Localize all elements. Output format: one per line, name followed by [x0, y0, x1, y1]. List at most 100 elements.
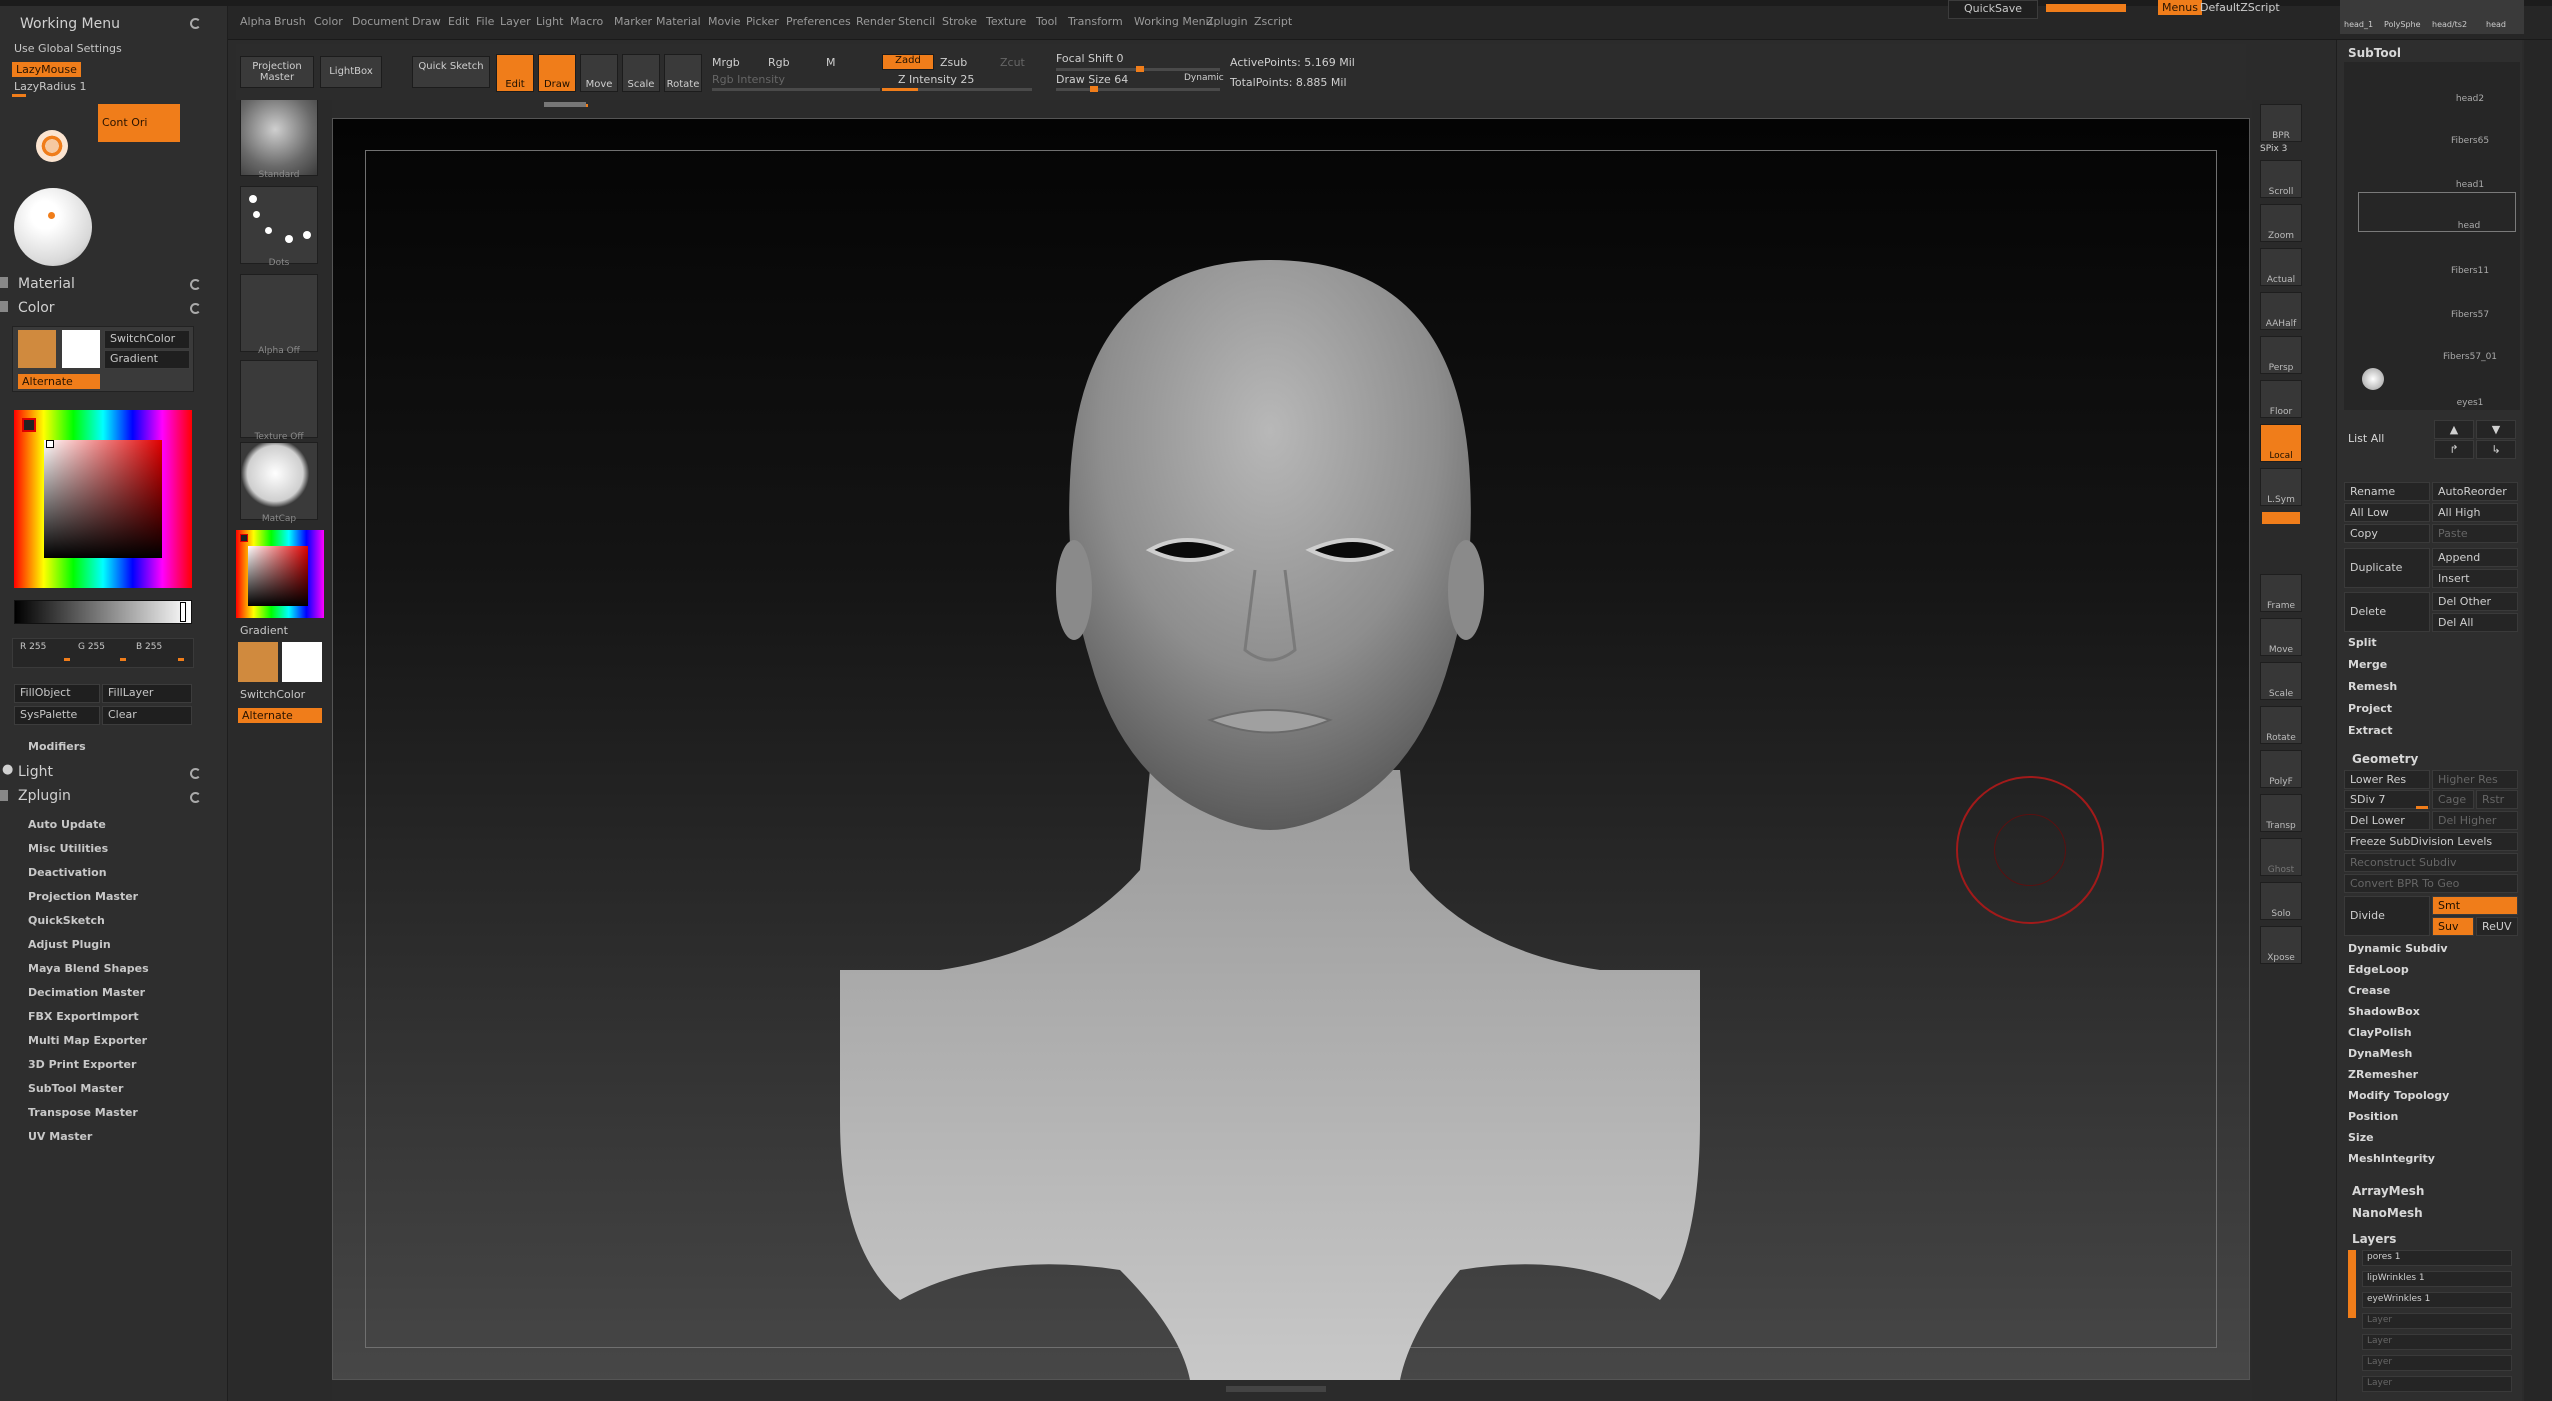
modifiers-menu[interactable]: Modifiers	[28, 740, 86, 753]
subtool-row[interactable]: head1	[2360, 148, 2522, 190]
brush-thumbnail[interactable]	[240, 98, 318, 176]
color-picker-cursor[interactable]	[46, 440, 54, 448]
collapse-icon[interactable]	[0, 277, 8, 288]
tool-thumb-name[interactable]: head_1	[2344, 20, 2373, 29]
layer-empty[interactable]: Layer	[2362, 1334, 2512, 1350]
move-bottom-arrow-icon[interactable]: ↳	[2476, 440, 2516, 459]
higher-res-button[interactable]: Higher Res	[2432, 770, 2518, 789]
menu-movie[interactable]: Movie	[708, 15, 741, 28]
transp-button[interactable]: Transp	[2260, 794, 2302, 832]
red-slider[interactable]: R 255	[20, 642, 46, 652]
move-button[interactable]: Move	[580, 54, 618, 92]
rgb-intensity-track[interactable]	[712, 88, 880, 91]
rgb-button[interactable]: Rgb	[768, 56, 790, 69]
rename-button[interactable]: Rename	[2344, 482, 2430, 501]
working-menu-title[interactable]: Working Menu	[20, 16, 120, 32]
size-menu[interactable]: Size	[2348, 1131, 2374, 1144]
arraymesh-menu[interactable]: ArrayMesh	[2352, 1184, 2424, 1198]
blue-slider[interactable]: B 255	[136, 642, 162, 652]
list-all-button[interactable]: List All	[2348, 432, 2384, 445]
convert-bpr-button[interactable]: Convert BPR To Geo	[2344, 874, 2518, 893]
freeze-subdiv-button[interactable]: Freeze SubDivision Levels	[2344, 832, 2518, 851]
lsym-button[interactable]: L.Sym	[2260, 468, 2302, 506]
mini-color-square[interactable]	[248, 546, 308, 606]
menu-color[interactable]: Color	[314, 15, 343, 28]
tool-thumb-name[interactable]: head/ts2	[2432, 20, 2467, 29]
main-color-swatch[interactable]	[18, 330, 56, 368]
subtool-row[interactable]: Fibers57_01	[2360, 320, 2522, 362]
spix-slider[interactable]: SPix 3	[2260, 144, 2287, 154]
local-button[interactable]: Local	[2260, 424, 2302, 462]
divide-button[interactable]: Divide	[2344, 896, 2430, 936]
plugin-maya-blend-shapes[interactable]: Maya Blend Shapes	[28, 962, 149, 975]
dynamic-toggle[interactable]: Dynamic	[1184, 73, 1224, 83]
menu-marker[interactable]: Marker	[614, 15, 652, 28]
smt-toggle[interactable]: Smt	[2432, 896, 2518, 915]
merge-menu[interactable]: Merge	[2348, 658, 2387, 671]
ui-layout-slider[interactable]	[2046, 4, 2126, 12]
position-menu[interactable]: Position	[2348, 1110, 2398, 1123]
layer-empty[interactable]: Layer	[2362, 1355, 2512, 1371]
menu-picker[interactable]: Picker	[746, 15, 779, 28]
floor-button[interactable]: Floor	[2260, 380, 2302, 418]
refresh-icon[interactable]	[190, 303, 201, 314]
secondary-color-swatch[interactable]	[62, 330, 100, 368]
sculpt-model[interactable]	[840, 250, 1700, 1380]
lazy-step-icon[interactable]	[36, 130, 68, 162]
blue-slider-thumb[interactable]	[178, 658, 184, 661]
red-slider-thumb[interactable]	[64, 658, 70, 661]
focal-shift-thumb[interactable]	[1136, 66, 1144, 72]
menu-file[interactable]: File	[476, 15, 494, 28]
focal-shift-slider[interactable]: Focal Shift 0	[1056, 52, 1124, 65]
zadd-button[interactable]: Zadd	[882, 54, 934, 70]
zsub-button[interactable]: Zsub	[940, 56, 967, 69]
material-sphere-icon[interactable]	[14, 188, 92, 266]
menu-macro[interactable]: Macro	[570, 15, 603, 28]
meshintegrity-menu[interactable]: MeshIntegrity	[2348, 1152, 2435, 1165]
polyf-button[interactable]: PolyF	[2260, 750, 2302, 788]
bpr-button[interactable]: BPR	[2260, 104, 2302, 142]
append-button[interactable]: Append	[2432, 548, 2518, 567]
scroll-indicator[interactable]	[544, 102, 586, 107]
quick-sketch-button[interactable]: Quick Sketch	[412, 56, 490, 88]
use-global-settings[interactable]: Use Global Settings	[14, 42, 122, 55]
insert-button[interactable]: Insert	[2432, 569, 2518, 588]
subtool-row[interactable]: head2	[2360, 62, 2522, 104]
plugin-fbx-exportimport[interactable]: FBX ExportImport	[28, 1010, 139, 1023]
frame-button[interactable]: Frame	[2260, 574, 2302, 612]
menu-layer[interactable]: Layer	[500, 15, 531, 28]
rotate-view-button[interactable]: Rotate	[2260, 706, 2302, 744]
xpose-button[interactable]: Xpose	[2260, 926, 2302, 964]
menu-preferences[interactable]: Preferences	[786, 15, 851, 28]
subtool-row[interactable]: Fibers65	[2360, 104, 2522, 146]
aahalf-button[interactable]: AAHalf	[2260, 292, 2302, 330]
extract-menu[interactable]: Extract	[2348, 724, 2393, 737]
refresh-icon[interactable]	[190, 768, 201, 779]
alpha-thumbnail[interactable]	[240, 274, 318, 352]
del-all-button[interactable]: Del All	[2432, 613, 2518, 632]
fill-object-button[interactable]: FillObject	[14, 684, 100, 703]
menu-draw[interactable]: Draw	[412, 15, 441, 28]
plugin-subtool-master[interactable]: SubTool Master	[28, 1082, 123, 1095]
layer-eye-wrinkles[interactable]: eyeWrinkles 1	[2362, 1292, 2512, 1308]
menu-stencil[interactable]: Stencil	[898, 15, 935, 28]
suv-toggle[interactable]: Suv	[2432, 917, 2474, 936]
menu-render[interactable]: Render	[856, 15, 895, 28]
layer-lip-wrinkles[interactable]: lipWrinkles 1	[2362, 1271, 2512, 1287]
del-higher-button[interactable]: Del Higher	[2432, 811, 2518, 830]
copy-button[interactable]: Copy	[2344, 524, 2430, 543]
menu-stroke[interactable]: Stroke	[942, 15, 977, 28]
lazymouse-button[interactable]: LazyMouse	[12, 62, 81, 77]
modify-topology-menu[interactable]: Modify Topology	[2348, 1089, 2449, 1102]
draw-size-slider[interactable]: Draw Size 64	[1056, 73, 1128, 86]
scale-view-button[interactable]: Scale	[2260, 662, 2302, 700]
tool-thumb-name[interactable]: PolySphe	[2384, 20, 2421, 29]
switch-color-button[interactable]: SwitchColor	[104, 330, 190, 349]
plugin-3d-print-exporter[interactable]: 3D Print Exporter	[28, 1058, 136, 1071]
subtool-row[interactable]: eyes1	[2360, 362, 2522, 408]
color-menu[interactable]: Color	[18, 300, 55, 316]
persp-button[interactable]: Persp	[2260, 336, 2302, 374]
menu-transform[interactable]: Transform	[1068, 15, 1123, 28]
reconstruct-subdiv-button[interactable]: Reconstruct Subdiv	[2344, 853, 2518, 872]
zoom-button[interactable]: Zoom	[2260, 204, 2302, 242]
